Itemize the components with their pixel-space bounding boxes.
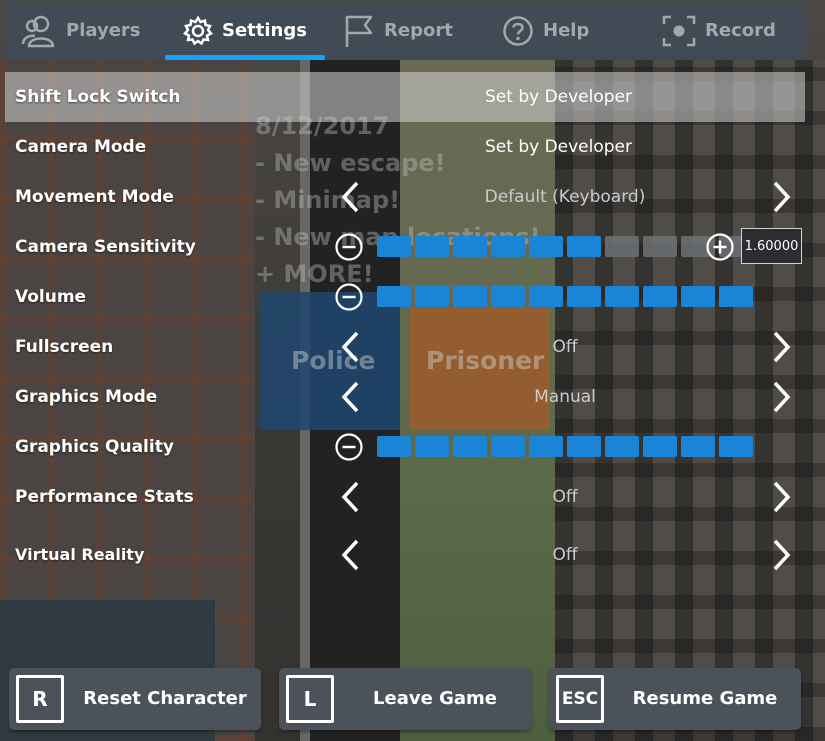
plus-icon[interactable]	[706, 233, 734, 261]
active-tab-indicator	[165, 55, 325, 60]
setting-value: Default (Keyboard)	[484, 187, 646, 207]
setting-value: Set by Developer	[485, 87, 633, 107]
slider-segment[interactable]	[377, 286, 411, 307]
resume-game-button[interactable]: ESC Resume Game	[549, 668, 801, 730]
slider-segment[interactable]	[529, 286, 563, 307]
graphics-quality-slider[interactable]	[377, 436, 753, 457]
tab-help[interactable]: Help	[502, 2, 589, 59]
slider-segment[interactable]	[415, 436, 449, 457]
setting-value: Off	[552, 337, 578, 357]
setting-label: Movement Mode	[15, 187, 174, 207]
setting-label: Camera Mode	[15, 137, 147, 157]
key-hint: R	[16, 675, 64, 723]
setting-row-camera-sensitivity[interactable]: Camera Sensitivity 1.60000	[5, 222, 805, 272]
setting-row-virtual-reality[interactable]: Virtual Reality Off	[5, 530, 805, 580]
setting-row-graphics-quality[interactable]: Graphics Quality	[5, 422, 805, 472]
slider-segment[interactable]	[719, 436, 753, 457]
slider-segment[interactable]	[567, 436, 601, 457]
camera-sensitivity-input[interactable]: 1.60000	[741, 228, 802, 264]
volume-slider[interactable]	[377, 286, 753, 307]
slider-segment[interactable]	[605, 436, 639, 457]
slider-segment[interactable]	[529, 436, 563, 457]
tab-label: Players	[66, 20, 141, 41]
setting-row-graphics-mode[interactable]: Graphics Mode Manual	[5, 372, 805, 422]
setting-label: Virtual Reality	[15, 545, 145, 564]
help-icon	[503, 15, 533, 46]
camera-sensitivity-slider[interactable]	[377, 236, 753, 257]
slider-segment[interactable]	[453, 436, 487, 457]
slider-segment[interactable]	[643, 286, 677, 307]
slider-segment[interactable]	[681, 286, 715, 307]
menu-tab-bar: Players Settings Report Help Record	[5, 2, 805, 59]
minus-icon[interactable]	[335, 283, 363, 311]
tab-settings[interactable]: Settings	[183, 2, 307, 59]
chevron-right-icon[interactable]	[763, 330, 797, 364]
players-icon	[21, 15, 55, 47]
chevron-right-icon[interactable]	[763, 180, 797, 214]
tab-report[interactable]: Report	[343, 2, 453, 59]
slider-segment[interactable]	[643, 236, 677, 257]
minus-icon[interactable]	[335, 433, 363, 461]
slider-segment[interactable]	[643, 436, 677, 457]
setting-row-shift-lock[interactable]: Shift Lock Switch Set by Developer	[5, 72, 805, 122]
flag-icon	[345, 15, 373, 47]
setting-label: Fullscreen	[15, 337, 114, 357]
setting-row-performance-stats[interactable]: Performance Stats Off	[5, 472, 805, 522]
setting-row-movement-mode[interactable]: Movement Mode Default (Keyboard)	[5, 172, 805, 222]
slider-segment[interactable]	[605, 286, 639, 307]
slider-segment[interactable]	[453, 286, 487, 307]
setting-row-camera-mode[interactable]: Camera Mode Set by Developer	[5, 122, 805, 172]
slider-segment[interactable]	[719, 286, 753, 307]
tab-players[interactable]: Players	[21, 2, 141, 59]
slider-segment[interactable]	[377, 236, 411, 257]
slider-segment[interactable]	[491, 436, 525, 457]
gear-icon	[183, 15, 213, 45]
setting-row-volume[interactable]: Volume	[5, 272, 805, 322]
slider-segment[interactable]	[415, 286, 449, 307]
slider-segment[interactable]	[491, 286, 525, 307]
slider-segment[interactable]	[377, 436, 411, 457]
minus-icon[interactable]	[335, 233, 363, 261]
setting-label: Graphics Mode	[15, 387, 158, 407]
setting-label: Camera Sensitivity	[15, 237, 196, 257]
setting-label: Graphics Quality	[15, 437, 174, 457]
setting-label: Shift Lock Switch	[15, 87, 181, 107]
leave-game-button[interactable]: L Leave Game	[279, 668, 531, 730]
tab-record[interactable]: Record	[662, 2, 776, 59]
key-hint: ESC	[556, 675, 604, 723]
key-hint: L	[286, 675, 334, 723]
slider-segment[interactable]	[529, 236, 563, 257]
chevron-right-icon[interactable]	[763, 380, 797, 414]
tab-label: Record	[705, 20, 776, 41]
record-icon	[662, 15, 696, 46]
slider-segment[interactable]	[415, 236, 449, 257]
setting-value: Set by Developer	[485, 137, 633, 157]
tab-label: Report	[384, 20, 453, 41]
reset-character-button[interactable]: R Reset Character	[9, 668, 261, 730]
slider-segment[interactable]	[681, 436, 715, 457]
setting-value: Off	[552, 487, 578, 507]
setting-row-fullscreen[interactable]: Fullscreen Off	[5, 322, 805, 372]
slider-segment[interactable]	[567, 236, 601, 257]
button-label: Leave Game	[373, 688, 497, 709]
slider-segment[interactable]	[605, 236, 639, 257]
button-label: Resume Game	[632, 688, 778, 709]
chevron-right-icon[interactable]	[763, 538, 797, 572]
setting-value: Manual	[534, 387, 596, 407]
setting-value: Off	[552, 545, 578, 565]
chevron-right-icon[interactable]	[763, 480, 797, 514]
slider-segment[interactable]	[453, 236, 487, 257]
tab-label: Help	[543, 20, 590, 41]
tab-label: Settings	[222, 20, 307, 41]
setting-label: Performance Stats	[15, 487, 194, 507]
button-label: Reset Character	[83, 688, 247, 709]
slider-segment[interactable]	[567, 286, 601, 307]
setting-label: Volume	[15, 287, 87, 307]
slider-segment[interactable]	[491, 236, 525, 257]
